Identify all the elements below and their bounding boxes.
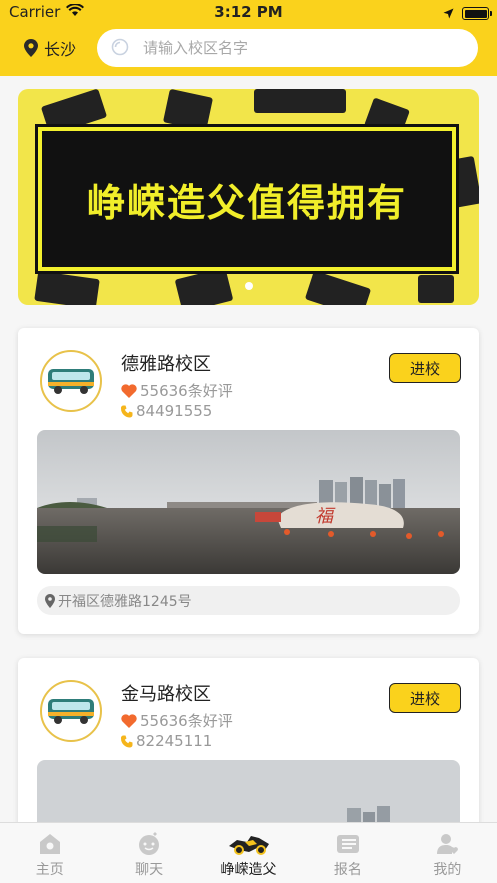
banner-slogan: 峥嵘造父值得拥有 — [86, 180, 407, 225]
bus-avatar-icon — [40, 350, 102, 412]
location-pin-icon — [24, 39, 38, 57]
promo-banner[interactable]: 峥嵘造父值得拥有 — [18, 89, 479, 305]
tab-profile[interactable]: 我的 — [398, 823, 497, 883]
school-rating: 55636条好评 — [121, 710, 233, 731]
search-bar[interactable] — [97, 29, 478, 67]
chat-icon — [139, 832, 160, 855]
location-pin-icon — [45, 593, 55, 608]
tab-chat[interactable]: 聊天 — [99, 823, 198, 883]
banner-decoration — [174, 267, 234, 305]
tab-signup[interactable]: 报名 — [298, 823, 397, 883]
school-rating: 55636条好评 — [121, 380, 233, 401]
home-icon — [39, 834, 60, 854]
bus-avatar-icon — [40, 680, 102, 742]
tab-label: 峥嵘造父 — [220, 862, 277, 878]
rating-text: 55636条好评 — [140, 382, 233, 400]
address-text: 开福区德雅路1245号 — [58, 593, 192, 610]
banner-decoration — [34, 270, 100, 305]
banner-decoration — [162, 89, 214, 132]
enter-school-button[interactable]: 进校 — [389, 683, 461, 713]
brand-logo-icon — [228, 836, 269, 855]
heart-icon — [121, 383, 137, 398]
school-address[interactable]: 开福区德雅路1245号 — [37, 586, 460, 615]
battery-level — [464, 9, 487, 18]
profile-icon — [437, 834, 459, 854]
school-photo[interactable]: 福 — [37, 430, 460, 574]
city-selector[interactable]: 长沙 — [24, 36, 76, 60]
phone-text: 84491555 — [136, 402, 213, 420]
heart-icon — [121, 713, 137, 728]
tab-home[interactable]: 主页 — [0, 823, 99, 883]
enter-school-button[interactable]: 进校 — [389, 353, 461, 383]
search-icon — [111, 38, 129, 56]
school-phone[interactable]: 84491555 — [121, 402, 212, 420]
tab-label: 报名 — [333, 862, 362, 878]
school-card[interactable]: 德雅路校区 55636条好评 84491555 进校 福 开福区德雅路1245号 — [18, 328, 479, 634]
banner-decoration — [304, 270, 372, 305]
top-header: 长沙 — [0, 24, 497, 76]
banner-decoration — [418, 275, 454, 303]
tab-label: 聊天 — [135, 862, 164, 878]
search-input[interactable] — [143, 39, 443, 57]
banner-slogan-frame: 峥嵘造父值得拥有 — [35, 124, 459, 274]
banner-page-indicator[interactable] — [245, 282, 253, 290]
phone-text: 82245111 — [136, 732, 213, 750]
status-bar: Carrier 3:12 PM — [0, 0, 497, 24]
content-scroll[interactable]: 峥嵘造父值得拥有 德雅路校区 55636条好评 84491555 进校 福 开福… — [0, 76, 497, 822]
clock: 3:12 PM — [214, 3, 283, 21]
school-phone[interactable]: 82245111 — [121, 732, 212, 750]
bottom-tab-bar: 主页 聊天 峥嵘造父 报名 我的 — [0, 822, 497, 883]
tab-label: 主页 — [35, 862, 64, 878]
battery-icon — [462, 7, 492, 20]
svg-text:福: 福 — [315, 506, 336, 527]
banner-decoration — [254, 89, 346, 113]
school-photo[interactable] — [37, 760, 460, 822]
signup-icon — [336, 835, 359, 853]
city-label: 长沙 — [44, 40, 77, 59]
school-name[interactable]: 德雅路校区 — [121, 350, 211, 376]
location-arrow-icon — [443, 4, 454, 23]
phone-icon — [121, 405, 133, 417]
school-name[interactable]: 金马路校区 — [121, 680, 211, 706]
rating-text: 55636条好评 — [140, 712, 233, 730]
tab-brand[interactable]: 峥嵘造父 — [199, 823, 298, 883]
phone-icon — [121, 735, 133, 747]
tab-label: 我的 — [433, 862, 462, 878]
school-card[interactable]: 金马路校区 55636条好评 82245111 进校 — [18, 658, 479, 822]
